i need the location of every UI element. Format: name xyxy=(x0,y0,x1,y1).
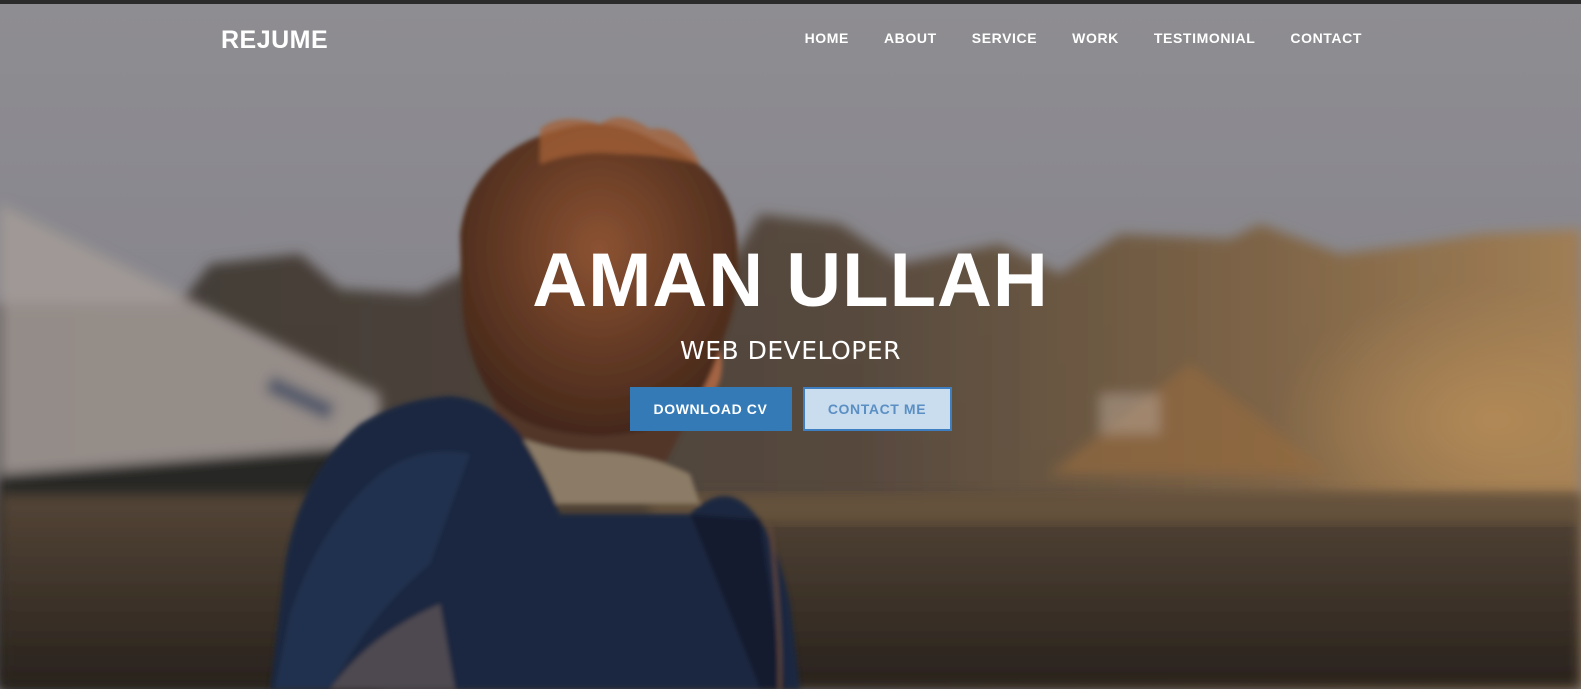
hero-title: AMAN ULLAH xyxy=(532,238,1049,323)
hero-button-row: DOWNLOAD CV CONTACT ME xyxy=(0,387,1581,431)
nav-menu: HOME ABOUT SERVICE WORK TESTIMONIAL CONT… xyxy=(770,30,1362,46)
download-cv-button[interactable]: DOWNLOAD CV xyxy=(629,387,792,431)
window-top-edge xyxy=(0,0,1581,4)
brand-logo[interactable]: REJUME xyxy=(221,26,328,55)
nav-item-work[interactable]: WORK xyxy=(1072,30,1119,46)
contact-me-button[interactable]: CONTACT ME xyxy=(802,387,952,431)
hero-content: AMAN ULLAH WEB DEVELOPER DOWNLOAD CV CON… xyxy=(0,236,1581,431)
nav-item-about[interactable]: ABOUT xyxy=(884,30,937,46)
navbar: REJUME HOME ABOUT SERVICE WORK TESTIMONI… xyxy=(0,4,1581,74)
nav-item-home[interactable]: HOME xyxy=(805,30,849,46)
nav-item-service[interactable]: SERVICE xyxy=(972,30,1037,46)
hero-subtitle: WEB DEVELOPER xyxy=(679,336,901,365)
nav-item-testimonial[interactable]: TESTIMONIAL xyxy=(1154,30,1255,46)
nav-item-contact[interactable]: CONTACT xyxy=(1290,30,1362,46)
